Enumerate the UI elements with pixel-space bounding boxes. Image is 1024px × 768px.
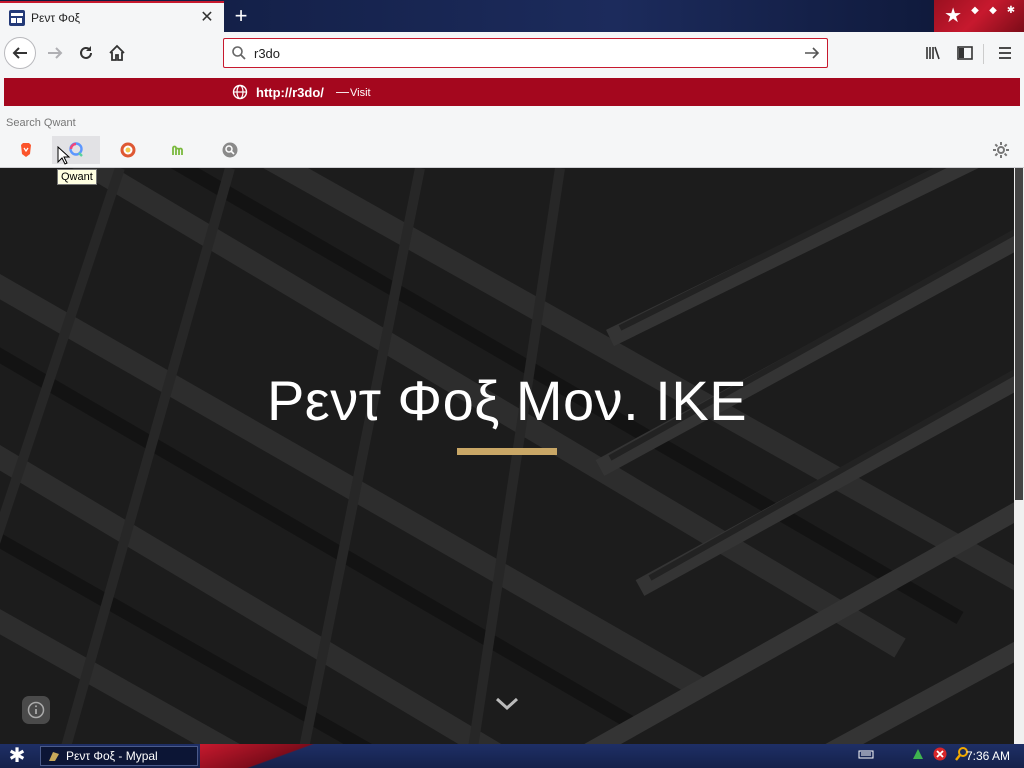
new-tab-button[interactable]: +: [228, 3, 254, 29]
back-arrow-icon: [12, 47, 27, 59]
info-button[interactable]: [22, 696, 50, 724]
maximize-button[interactable]: ◆: [986, 4, 1000, 18]
nav-toolbar: r3do: [0, 32, 1024, 74]
home-icon: [109, 44, 125, 61]
search-engine-row: [0, 134, 1024, 166]
clock: 7:36 AM: [965, 749, 1010, 763]
mojeek-icon: [172, 145, 183, 155]
globe-icon: [232, 84, 248, 105]
chevron-down-icon: [495, 697, 519, 711]
visit-url-text: http://r3do/: [256, 85, 324, 100]
toolbar-separator: [983, 44, 984, 64]
brave-icon: [21, 143, 31, 157]
error-icon[interactable]: [932, 746, 948, 767]
scrollbar-thumb[interactable]: [1015, 168, 1023, 500]
star-decoration-icon: ★: [944, 5, 962, 27]
library-icon: [926, 46, 940, 60]
keyboard-icon[interactable]: [858, 747, 874, 765]
go-arrow-button[interactable]: [797, 44, 827, 62]
search-icon: [224, 45, 254, 61]
engine-button-duckduckgo[interactable]: [104, 136, 152, 164]
visit-action-label: Visit: [350, 87, 371, 99]
gear-icon: [993, 142, 1009, 158]
site-favicon-icon: [9, 9, 25, 26]
sidebar-icon: [957, 46, 973, 60]
web-page: Ρεντ Φοξ Μον. ΙΚΕ: [0, 168, 1014, 744]
network-icon[interactable]: [910, 746, 926, 767]
url-bar[interactable]: r3do: [223, 38, 828, 68]
forward-arrow-icon: [48, 47, 63, 59]
scroll-down-button[interactable]: [494, 696, 520, 717]
close-window-button[interactable]: ✱: [1004, 4, 1018, 18]
tab-active[interactable]: Ρεντ Φοξ ✕: [0, 1, 224, 32]
url-suggest-panel: http://r3do/ — Visit Search Qwant: [0, 74, 1024, 168]
page-scrollbar[interactable]: [1014, 168, 1024, 744]
hero-title: Ρεντ Φοξ Μον. ΙΚΕ: [266, 369, 748, 432]
tab-strip: Ρεντ Φοξ ✕ + ★ ◆ ◆ ✱: [0, 0, 1024, 32]
taskbar-window-button[interactable]: Ρεντ Φοξ - Mypal: [40, 746, 198, 766]
home-button[interactable]: [102, 38, 132, 68]
hero-underline: [457, 448, 557, 455]
taskbar-decoration: [200, 744, 320, 768]
visit-dash: —: [336, 84, 349, 99]
app-icon: [49, 752, 59, 761]
engine-tooltip: Qwant: [57, 169, 97, 185]
hamburger-menu-icon: [999, 47, 1011, 59]
duckduckgo-icon: [120, 142, 136, 158]
engine-button-search[interactable]: [206, 136, 254, 164]
mouse-pointer-icon: [57, 145, 71, 171]
engine-button-mojeek[interactable]: [155, 136, 203, 164]
visit-suggestion-row[interactable]: http://r3do/ — Visit: [4, 78, 1020, 106]
forward-button[interactable]: [40, 38, 70, 68]
window-controls: ◆ ◆ ✱: [968, 4, 1018, 18]
url-input[interactable]: r3do: [254, 46, 797, 61]
info-icon: [27, 701, 45, 719]
sidebar-toggle-button[interactable]: [950, 38, 980, 68]
search-settings-button[interactable]: [992, 141, 1010, 164]
reload-icon: [80, 46, 92, 59]
library-button[interactable]: [918, 38, 948, 68]
tab-close-button[interactable]: ✕: [196, 9, 218, 26]
minimize-button[interactable]: ◆: [968, 4, 982, 18]
menu-button[interactable]: [990, 38, 1020, 68]
start-button[interactable]: ✱: [4, 745, 30, 767]
os-taskbar: ✱ Ρεντ Φοξ - Mypal 7:36 AM: [0, 744, 1024, 768]
go-arrow-icon: [805, 47, 820, 59]
magnifier-icon: [222, 142, 238, 158]
engine-button-brave[interactable]: [2, 136, 50, 164]
tab-title: Ρεντ Φοξ: [31, 10, 81, 25]
reload-button[interactable]: [71, 38, 101, 68]
system-tray: [858, 744, 970, 768]
building-background-image: [0, 168, 1014, 744]
taskbar-window-label: Ρεντ Φοξ - Mypal: [66, 749, 158, 763]
back-button[interactable]: [4, 37, 36, 69]
search-engine-label: Search Qwant: [6, 117, 76, 129]
